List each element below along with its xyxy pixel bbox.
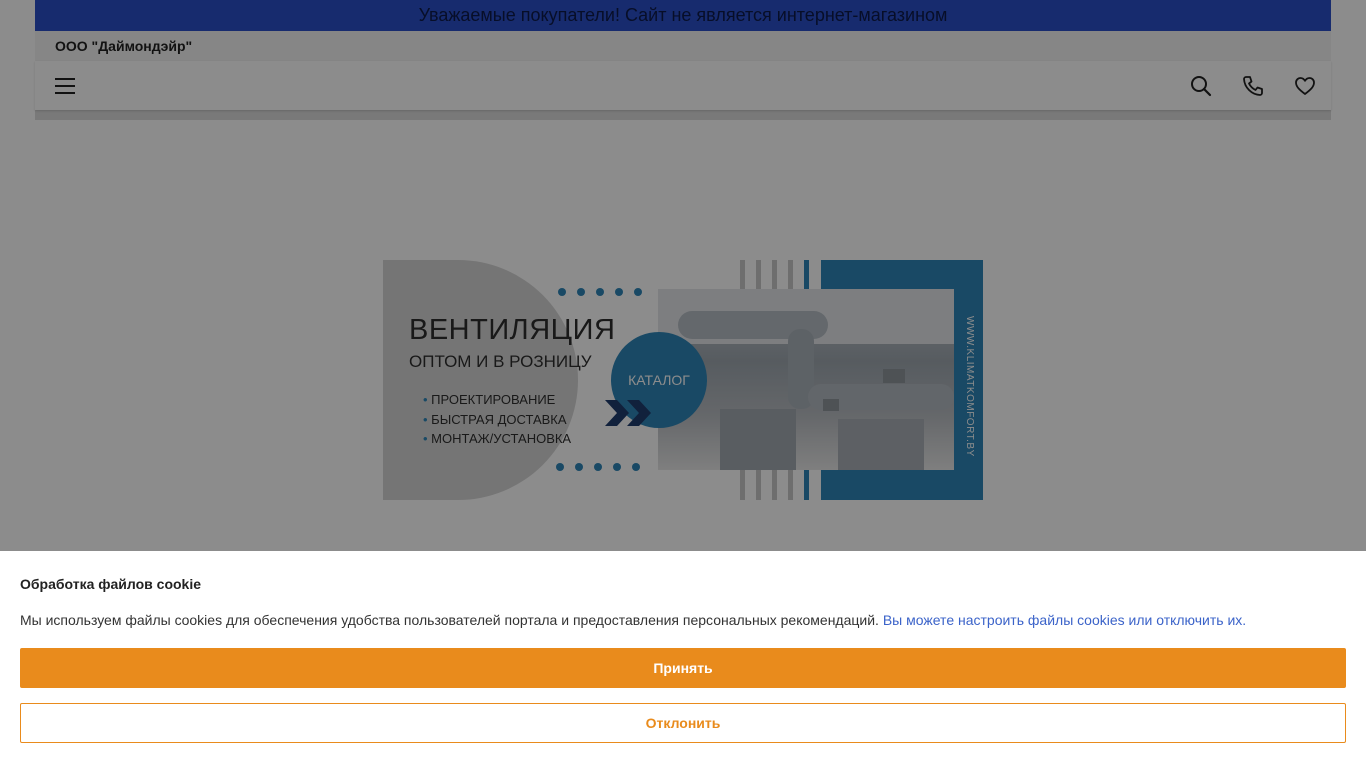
cookie-text: Мы используем файлы cookies для обеспече… — [20, 612, 1246, 628]
cookie-settings-link[interactable]: Вы можете настроить файлы cookies или от… — [883, 612, 1246, 628]
cookie-title: Обработка файлов cookie — [20, 576, 202, 592]
accept-button[interactable]: Принять — [20, 648, 1346, 688]
decline-button[interactable]: Отклонить — [20, 703, 1346, 743]
cookie-consent-panel: Обработка файлов cookie Мы используем фа… — [0, 551, 1366, 768]
cookie-description: Мы используем файлы cookies для обеспече… — [20, 612, 879, 628]
